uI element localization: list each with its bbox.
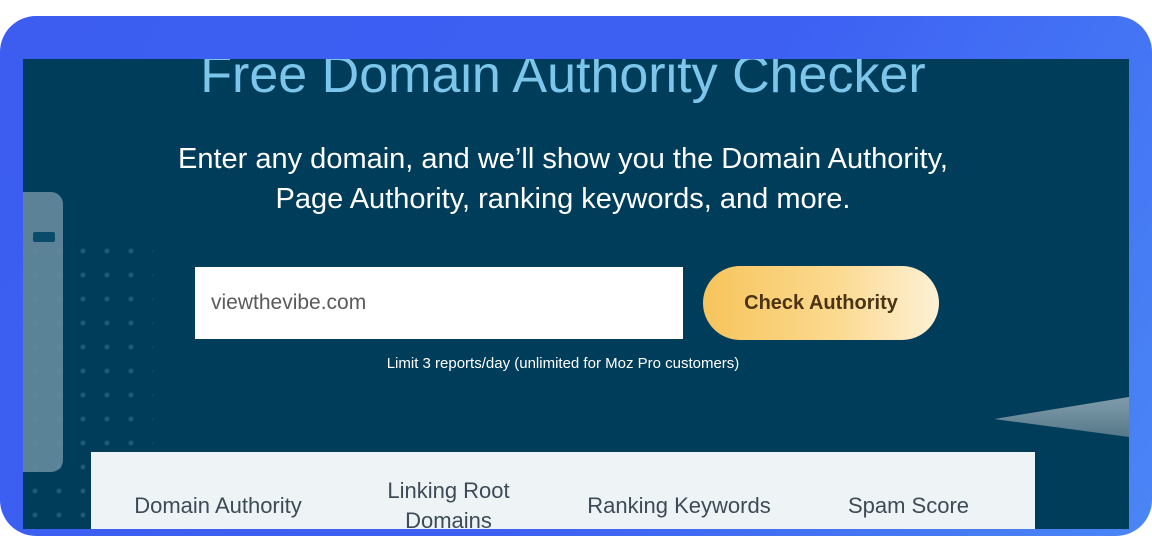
metric-spam-score: Spam Score bbox=[847, 493, 970, 518]
page-subtitle: Enter any domain, and we’ll show you the… bbox=[113, 139, 1013, 219]
metric-domain-authority: Domain Authority bbox=[134, 493, 302, 518]
subtitle-line-2: Page Authority, ranking keywords, and mo… bbox=[275, 183, 851, 215]
domain-input[interactable] bbox=[195, 267, 683, 339]
metric-linking-root-domains: Linking Root Domains bbox=[387, 478, 510, 529]
outer-frame: Free Domain Authority Checker Enter any … bbox=[0, 16, 1152, 536]
hero-section: Free Domain Authority Checker Enter any … bbox=[23, 59, 1129, 529]
metrics-panel: Domain Authority Linking Root Domains Ra… bbox=[91, 452, 1035, 529]
page-title: Free Domain Authority Checker bbox=[200, 59, 926, 104]
subtitle-line-1: Enter any domain, and we’ll show you the… bbox=[178, 143, 948, 175]
decorative-side-card bbox=[23, 192, 63, 472]
check-authority-button[interactable]: Check Authority bbox=[703, 266, 939, 340]
metric-ranking-keywords: Ranking Keywords bbox=[587, 493, 771, 518]
limit-note: Limit 3 reports/day (unlimited for Moz P… bbox=[386, 355, 740, 372]
decorative-card-tab bbox=[33, 232, 55, 242]
decorative-wedge bbox=[994, 397, 1129, 437]
